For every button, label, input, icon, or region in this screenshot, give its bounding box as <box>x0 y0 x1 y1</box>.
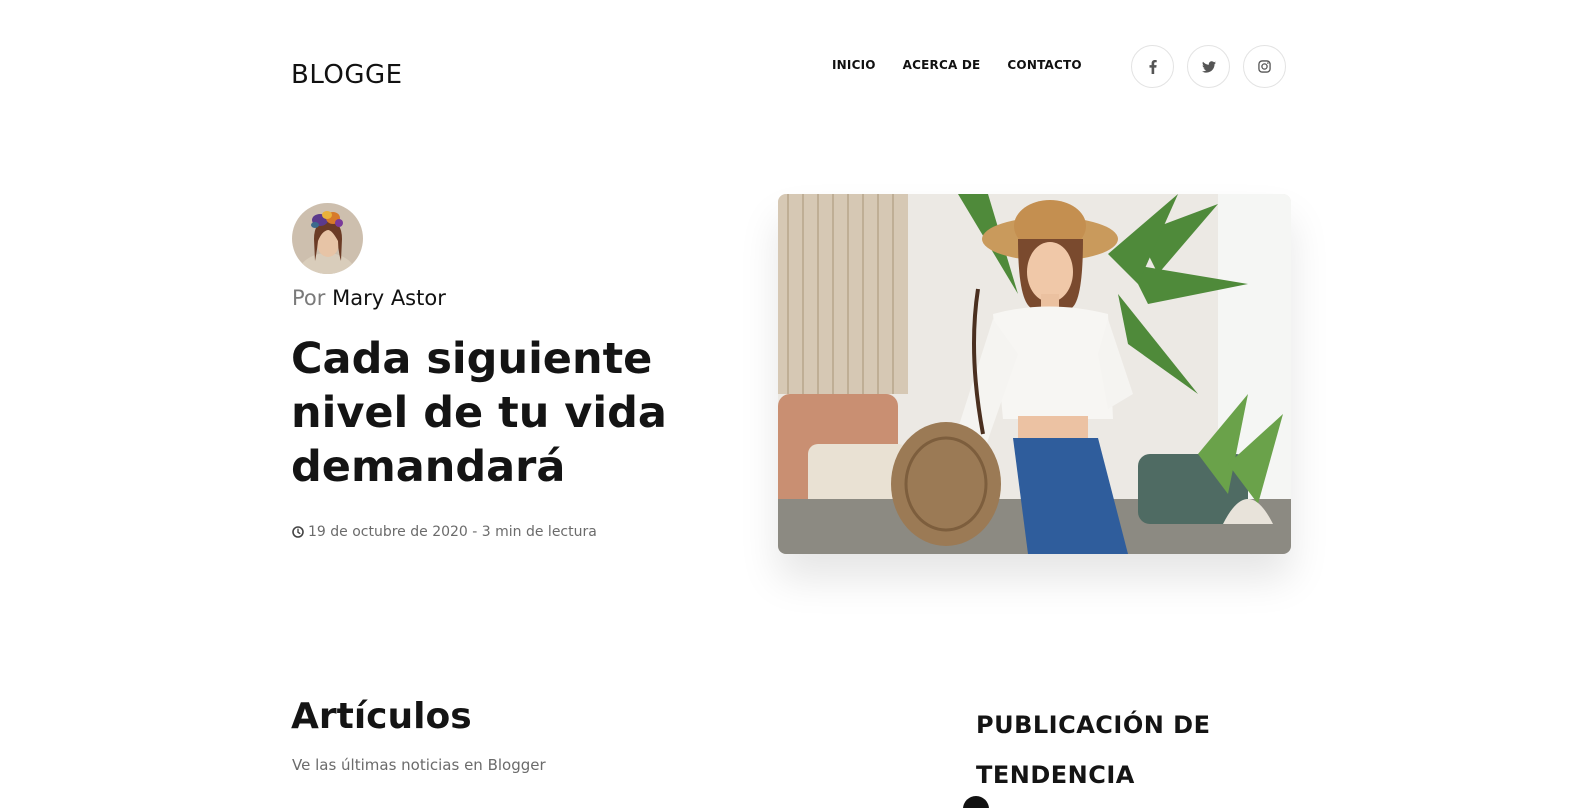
main-nav: INICIO ACERCA DE CONTACTO <box>832 58 1082 72</box>
twitter-icon <box>1201 60 1216 73</box>
trending-title: PUBLICACIÓN DE TENDENCIA <box>976 711 1211 789</box>
instagram-icon <box>1258 60 1271 73</box>
post-meta: 19 de octubre de 2020 - 3 min de lectura <box>292 524 597 540</box>
articles-title: Artículos <box>291 696 472 737</box>
facebook-button[interactable] <box>1131 45 1174 88</box>
articles-subtitle: Ve las últimas noticias en Blogger <box>292 756 546 774</box>
author-byline: Por Mary Astor <box>292 286 446 310</box>
nav-item-acerca-de[interactable]: ACERCA DE <box>903 58 981 72</box>
site-logo[interactable]: BLOGGE <box>291 60 403 90</box>
instagram-button[interactable] <box>1243 45 1286 88</box>
page: BLOGGE INICIO ACERCA DE CONTACTO Por Mar… <box>0 0 1585 808</box>
nav-item-inicio[interactable]: INICIO <box>832 58 876 72</box>
nav-item-contacto[interactable]: CONTACTO <box>1007 58 1081 72</box>
facebook-icon <box>1149 59 1157 74</box>
byline-prefix: Por <box>292 286 326 310</box>
author-avatar[interactable] <box>292 203 363 274</box>
twitter-button[interactable] <box>1187 45 1230 88</box>
clock-icon <box>292 526 304 538</box>
hero-title[interactable]: Cada siguiente nivel de tu vida demandar… <box>291 332 671 494</box>
author-name[interactable]: Mary Astor <box>332 286 446 310</box>
social-links <box>1131 45 1286 88</box>
hero-image[interactable] <box>778 194 1291 554</box>
post-meta-text: 19 de octubre de 2020 - 3 min de lectura <box>308 524 597 540</box>
